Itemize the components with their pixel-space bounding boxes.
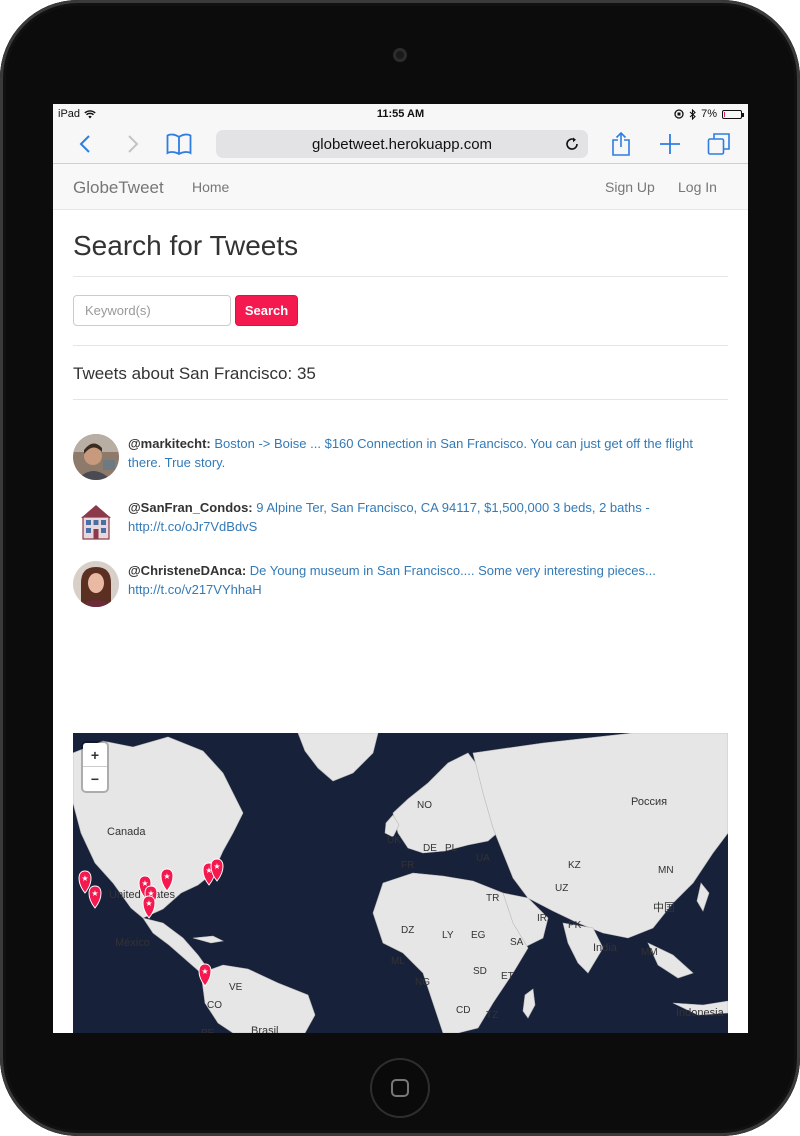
ipad-frame: iPad 11:55 AM 7% globetweet.herokuapp.co… — [0, 0, 800, 1136]
map-label: Brasil — [251, 1025, 279, 1033]
zoom-control: + − — [83, 743, 107, 791]
brand-link[interactable]: GlobeTweet — [73, 178, 164, 198]
divider — [73, 276, 728, 277]
map-label: ML — [391, 956, 405, 967]
map-label: UA — [476, 853, 490, 864]
new-tab-icon[interactable] — [656, 130, 684, 158]
battery-icon — [722, 109, 744, 119]
browser-toolbar: globetweet.herokuapp.com — [53, 124, 748, 164]
divider — [73, 399, 728, 400]
map-label: CD — [456, 1005, 470, 1016]
map-label: NG — [415, 977, 430, 988]
map-label: México — [115, 937, 150, 949]
map-label: EG — [471, 930, 486, 941]
site-navbar: GlobeTweet Home Sign Up Log In — [53, 164, 748, 210]
back-icon[interactable] — [71, 130, 99, 158]
nav-login-link[interactable]: Log In — [678, 179, 717, 195]
map-label: MN — [658, 865, 674, 876]
map-label: TZ — [486, 1010, 498, 1021]
avatar[interactable] — [73, 498, 119, 544]
map-label: PE — [201, 1028, 215, 1033]
avatar[interactable] — [73, 561, 119, 607]
map-label: CO — [207, 1000, 222, 1011]
bluetooth-icon — [689, 108, 696, 120]
map-label: NO — [417, 800, 432, 811]
nav-home-link[interactable]: Home — [192, 179, 229, 195]
tweet-marker-pin[interactable]: ★ — [88, 885, 102, 909]
svg-text:★: ★ — [163, 872, 170, 881]
svg-text:★: ★ — [81, 874, 88, 883]
map-label: India — [593, 942, 618, 954]
url-text: globetweet.herokuapp.com — [311, 135, 493, 153]
tabs-icon[interactable] — [705, 130, 733, 158]
map-label: VE — [229, 982, 243, 993]
map-label: DE — [423, 843, 437, 854]
zoom-in-button[interactable]: + — [83, 743, 107, 767]
map-canvas: Canada United States México Brasil Росси… — [73, 733, 728, 1033]
nav-signup-link[interactable]: Sign Up — [605, 179, 655, 195]
keyword-search-input[interactable] — [73, 295, 231, 326]
forward-icon[interactable] — [119, 130, 147, 158]
status-bar: iPad 11:55 AM 7% — [53, 104, 748, 124]
tweet-item: @ChristeneDAnca: De Young museum in San … — [73, 561, 728, 611]
home-button[interactable] — [370, 1058, 430, 1118]
screen: iPad 11:55 AM 7% globetweet.herokuapp.co… — [53, 104, 748, 1033]
map-label: SD — [473, 966, 487, 977]
page-title: Search for Tweets — [73, 230, 299, 261]
map-label: PK — [568, 920, 582, 931]
tweet-handle[interactable]: @markitecht: — [128, 436, 211, 451]
map-label: KZ — [568, 860, 581, 871]
tweet-item: @SanFran_Condos: 9 Alpine Ter, San Franc… — [73, 498, 728, 548]
map-label: UK — [387, 835, 401, 846]
url-bar[interactable]: globetweet.herokuapp.com — [216, 130, 588, 158]
tweet-item: @markitecht: Boston -> Boise ... $160 Co… — [73, 434, 728, 484]
tweet-handle[interactable]: @ChristeneDAnca: — [128, 563, 246, 578]
reload-icon[interactable] — [564, 136, 580, 152]
map-label: FR — [401, 860, 414, 871]
map-label: UZ — [555, 883, 568, 894]
battery-percent: 7% — [701, 108, 717, 120]
svg-text:★: ★ — [213, 862, 220, 871]
share-icon[interactable] — [607, 130, 635, 158]
map-label: TR — [486, 893, 499, 904]
divider — [73, 345, 728, 346]
map-label: PL — [445, 843, 458, 854]
map-label: Canada — [107, 826, 146, 838]
zoom-out-button[interactable]: − — [83, 767, 107, 791]
map-label: LY — [442, 930, 454, 941]
avatar[interactable] — [73, 434, 119, 480]
tweet-handle[interactable]: @SanFran_Condos: — [128, 500, 253, 515]
map-label: SA — [510, 937, 524, 948]
camera — [393, 48, 407, 62]
results-heading: Tweets about San Francisco: 35 — [73, 364, 316, 383]
map-label: Indonesia — [676, 1007, 725, 1019]
clock: 11:55 AM — [376, 108, 425, 120]
map-label: MM — [641, 947, 658, 958]
svg-text:★: ★ — [201, 967, 208, 976]
bookmarks-icon[interactable] — [165, 130, 193, 158]
map-label: ET — [501, 971, 514, 982]
svg-text:★: ★ — [91, 889, 98, 898]
search-button[interactable]: Search — [235, 295, 298, 326]
svg-text:★: ★ — [145, 899, 152, 908]
map-label: DZ — [401, 925, 414, 936]
rotation-lock-icon — [674, 109, 684, 119]
world-map[interactable]: Canada United States México Brasil Росси… — [73, 733, 728, 1033]
tweet-body[interactable]: Boston -> Boise ... $160 Connection in S… — [128, 436, 693, 470]
map-label: 中国 — [653, 901, 675, 914]
map-label: IR — [537, 913, 547, 924]
map-label: Россия — [631, 796, 667, 808]
